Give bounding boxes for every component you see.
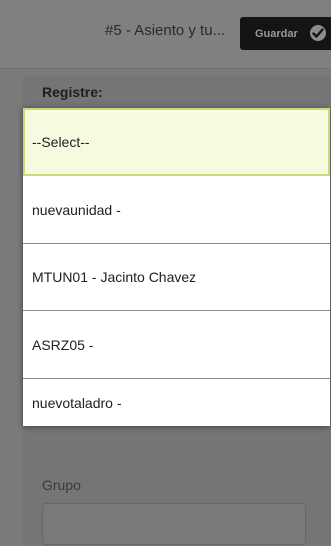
dropdown-option-nuevotaladro[interactable]: nuevotaladro -: [23, 379, 330, 426]
dropdown-option-label: MTUN01 - Jacinto Chavez: [32, 269, 197, 285]
form-title: Registre:: [42, 84, 103, 100]
action-bar: #5 - Asiento y tu... Guardar: [0, 0, 331, 69]
save-button-label: Guardar: [255, 27, 298, 40]
dropdown-option-label: nuevotaladro -: [32, 394, 122, 411]
group-field[interactable]: [42, 503, 306, 545]
select-dropdown: --Select-- nuevaunidad - MTUN01 - Jacint…: [23, 108, 330, 426]
dropdown-option-nuevaunidad[interactable]: nuevaunidad -: [23, 176, 330, 244]
dropdown-option-asrz05[interactable]: ASRZ05 -: [23, 311, 330, 379]
dropdown-option-label: ASRZ05 -: [32, 336, 94, 353]
dropdown-option-label: nuevaunidad -: [32, 201, 121, 218]
group-label: Grupo: [42, 477, 81, 493]
dropdown-option-select[interactable]: --Select--: [23, 108, 330, 176]
page-title: #5 - Asiento y tu...: [105, 22, 226, 39]
dropdown-option-label: --Select--: [32, 134, 90, 150]
save-button[interactable]: Guardar: [240, 17, 331, 50]
check-icon: [310, 25, 326, 41]
dropdown-option-mtun01[interactable]: MTUN01 - Jacinto Chavez: [23, 244, 330, 311]
